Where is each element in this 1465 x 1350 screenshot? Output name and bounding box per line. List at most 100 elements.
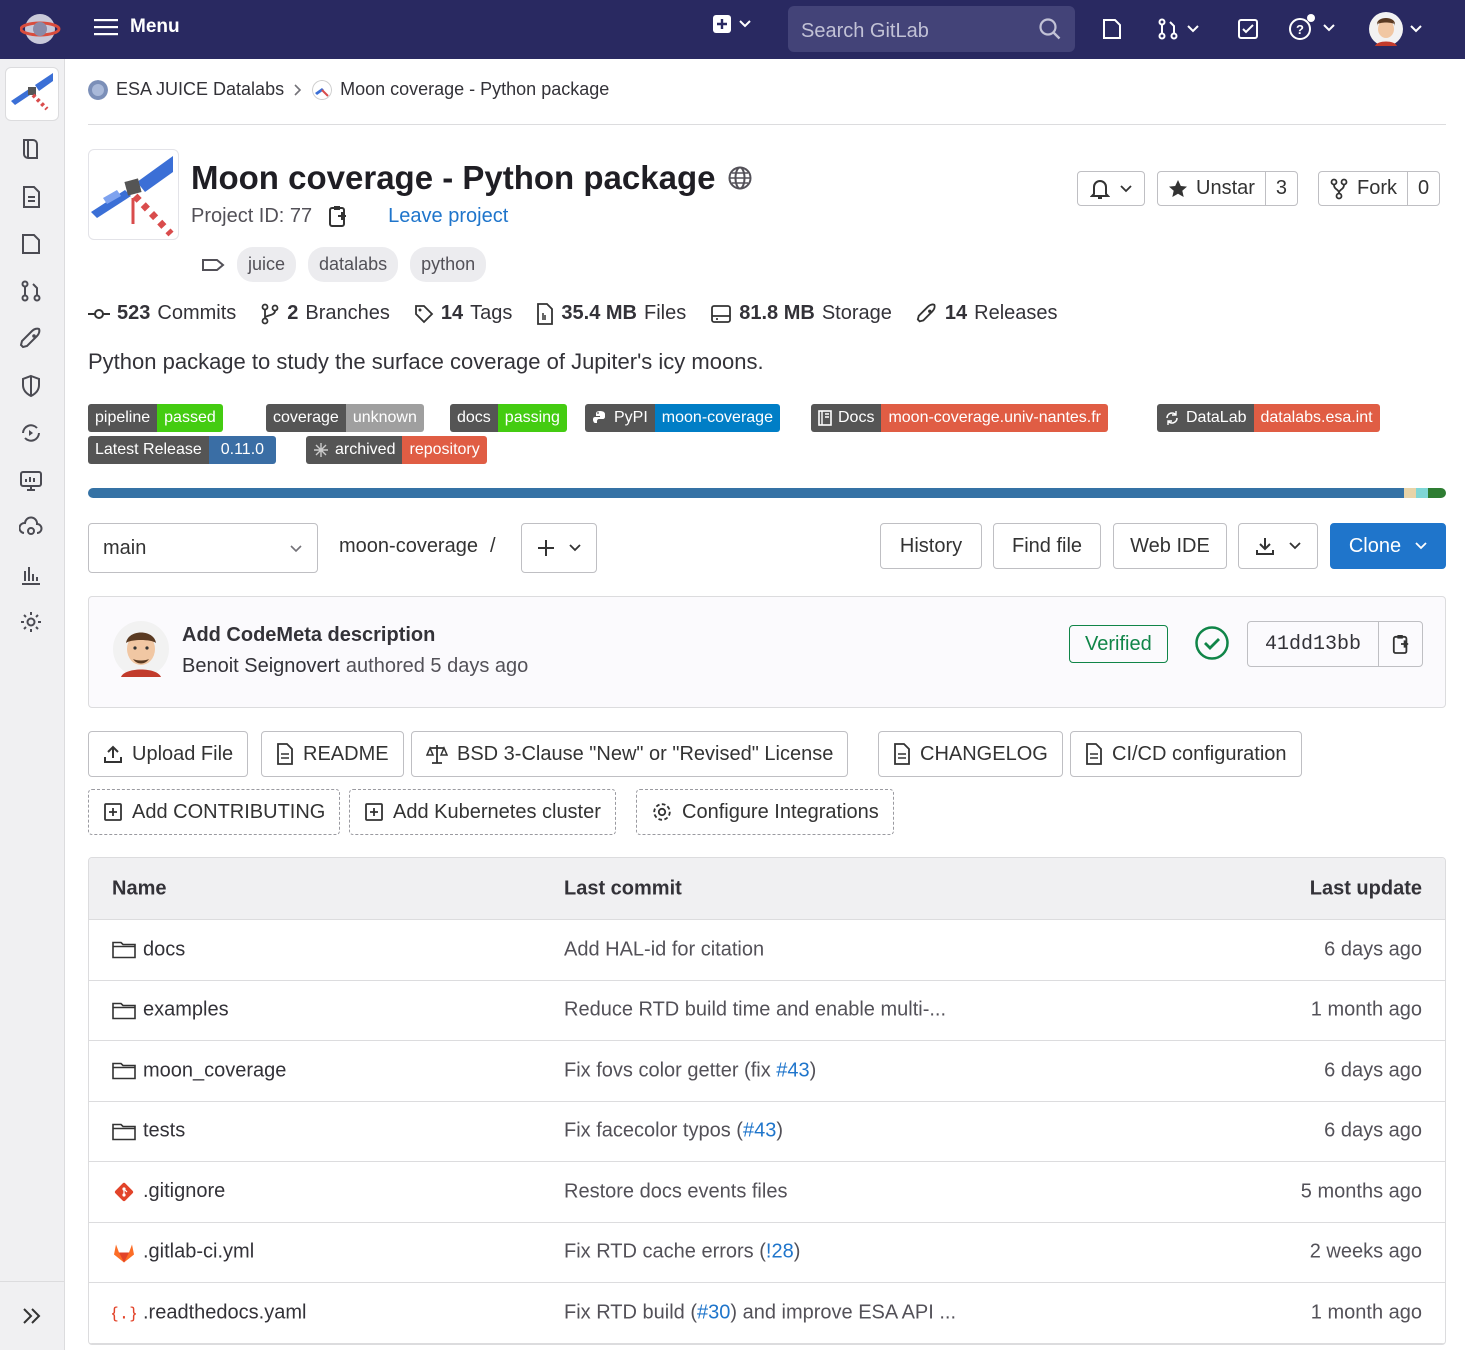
badge-coverage[interactable]: coverage unknown [266, 404, 424, 432]
table-row[interactable]: {.} .readthedocs.yaml Fix RTD build (#30)… [89, 1283, 1445, 1344]
file-name[interactable]: .gitignore [143, 1180, 225, 1203]
stat-files[interactable]: 35.4 MB Files [536, 302, 686, 325]
notification-dropdown[interactable] [1077, 171, 1145, 206]
download-dropdown[interactable] [1238, 523, 1318, 569]
add-contributing-button[interactable]: Add CONTRIBUTING [88, 789, 341, 835]
fork-label: Fork [1357, 177, 1397, 199]
table-row[interactable]: tests Fix facecolor typos (#43) 6 days a… [89, 1102, 1445, 1162]
table-row[interactable]: examples Reduce RTD build time and enabl… [89, 981, 1445, 1041]
new-item-dropdown[interactable] [712, 14, 752, 34]
author-avatar[interactable] [113, 621, 169, 677]
stat-storage[interactable]: 81.8 MB Storage [710, 302, 892, 325]
readme-button[interactable]: README [261, 731, 404, 777]
sidebar-item-repository[interactable] [19, 137, 43, 161]
table-row[interactable]: .gitignore Restore docs events files 5 m… [89, 1162, 1445, 1223]
commit-message[interactable]: Reduce RTD build time and enable multi-.… [564, 999, 946, 1021]
repo-path-root[interactable]: moon-coverage [339, 535, 478, 558]
badge-pypi[interactable]: PyPI moon-coverage [585, 404, 780, 432]
web-ide-button[interactable]: Web IDE [1113, 523, 1227, 569]
breadcrumb-project[interactable]: Moon coverage - Python package [340, 79, 609, 100]
merge-requests-dropdown[interactable] [1156, 17, 1200, 41]
unstar-button[interactable]: Unstar [1158, 172, 1265, 205]
license-button[interactable]: BSD 3-Clause "New" or "Revised" License [411, 731, 849, 777]
sidebar-item-security[interactable] [19, 374, 43, 398]
clone-dropdown-button[interactable]: Clone [1330, 523, 1446, 569]
commit-author[interactable]: Benoit Seignovert [182, 655, 340, 678]
file-name[interactable]: examples [143, 999, 229, 1022]
user-menu-dropdown[interactable] [1369, 12, 1423, 46]
file-name[interactable]: moon_coverage [143, 1059, 286, 1082]
issue-link[interactable]: #30 [697, 1301, 730, 1323]
plus-square-icon [713, 15, 731, 33]
sidebar-item-ci-cd[interactable] [19, 327, 43, 351]
sidebar-item-analytics[interactable] [19, 563, 43, 587]
fork-count[interactable]: 0 [1407, 172, 1439, 205]
file-name[interactable]: .readthedocs.yaml [143, 1301, 306, 1324]
changelog-button[interactable]: CHANGELOG [878, 731, 1063, 777]
collapse-sidebar-button[interactable] [0, 1281, 64, 1350]
topic-badge[interactable]: juice [237, 247, 297, 282]
badge-archived[interactable]: archived repository [306, 436, 487, 464]
table-row[interactable]: moon_coverage Fix fovs color getter (fix… [89, 1041, 1445, 1102]
sidebar-item-deployments[interactable] [19, 421, 43, 445]
badge-label: Docs [838, 409, 875, 426]
issues-button[interactable] [1100, 17, 1124, 41]
add-to-tree-dropdown[interactable] [521, 523, 597, 573]
breadcrumb-group[interactable]: ESA JUICE Datalabs [116, 79, 284, 100]
copy-icon[interactable] [328, 204, 348, 228]
history-button[interactable]: History [880, 523, 982, 569]
sidebar-project-avatar[interactable] [5, 67, 59, 121]
badge-datalab[interactable]: DataLab datalabs.esa.int [1157, 404, 1380, 432]
sidebar-item-merge-requests[interactable] [19, 279, 43, 303]
search-input[interactable]: Search GitLab [788, 6, 1075, 52]
file-name[interactable]: .gitlab-ci.yml [143, 1241, 254, 1264]
sidebar-item-monitor[interactable] [19, 469, 43, 493]
copy-sha-button[interactable] [1378, 622, 1422, 666]
configure-integrations-button[interactable]: Configure Integrations [636, 789, 894, 835]
stat-releases[interactable]: 14 Releases [916, 302, 1058, 325]
badge-value: unknown [345, 404, 424, 432]
table-row[interactable]: .gitlab-ci.yml Fix RTD cache errors (!28… [89, 1223, 1445, 1283]
commit-message[interactable]: Fix fovs color getter (fix [564, 1059, 776, 1081]
commit-message[interactable]: Restore docs events files [564, 1180, 787, 1202]
commit-title[interactable]: Add CodeMeta description [182, 624, 435, 647]
badge-docs-site[interactable]: Docs moon-coverage.univ-nantes.fr [811, 404, 1109, 432]
topic-badge[interactable]: python [410, 247, 487, 282]
sidebar-item-issues[interactable] [19, 232, 43, 256]
branch-selector[interactable]: main [88, 523, 318, 573]
file-name[interactable]: docs [143, 938, 185, 961]
sidebar-item-files[interactable] [19, 185, 43, 209]
star-count[interactable]: 3 [1264, 172, 1297, 205]
topic-badge[interactable]: datalabs [308, 247, 399, 282]
fork-button[interactable]: Fork [1319, 172, 1407, 205]
help-dropdown[interactable]: ? [1288, 14, 1336, 42]
verified-badge[interactable]: Verified [1069, 625, 1168, 663]
commit-message[interactable]: Add HAL-id for citation [564, 938, 764, 960]
upload-file-button[interactable]: Upload File [88, 731, 249, 777]
add-kubernetes-cluster-button[interactable]: Add Kubernetes cluster [349, 789, 616, 835]
stat-commits[interactable]: 523 Commits [88, 302, 236, 325]
stat-tags[interactable]: 14 Tags [414, 302, 512, 325]
menu-button[interactable]: Menu [94, 16, 180, 38]
badge-docs[interactable]: docs passing [450, 404, 567, 432]
badge-pipeline[interactable]: pipeline passed [88, 404, 223, 432]
ci-cd-configuration-button[interactable]: CI/CD configuration [1070, 731, 1302, 777]
merge-request-link[interactable]: !28 [766, 1241, 794, 1263]
badge-latest-release[interactable]: Latest Release 0.11.0 [88, 436, 277, 464]
commit-message[interactable]: Fix RTD cache errors ( [564, 1241, 766, 1263]
sidebar-item-infrastructure[interactable] [19, 516, 43, 540]
issue-link[interactable]: #43 [776, 1059, 809, 1081]
commit-message[interactable]: Fix RTD build ( [564, 1301, 697, 1323]
file-name[interactable]: tests [143, 1120, 185, 1143]
sidebar-item-settings[interactable] [19, 610, 43, 634]
todos-button[interactable] [1236, 17, 1260, 41]
gitlab-instance-logo[interactable] [20, 10, 62, 48]
stat-branches[interactable]: 2 Branches [260, 302, 390, 325]
leave-project-link[interactable]: Leave project [388, 205, 508, 228]
pipeline-passed-icon[interactable] [1194, 625, 1230, 661]
commit-sha[interactable]: 41dd13bb [1248, 622, 1378, 666]
find-file-button[interactable]: Find file [993, 523, 1101, 569]
commit-message[interactable]: Fix facecolor typos ( [564, 1120, 743, 1142]
table-row[interactable]: docs Add HAL-id for citation 6 days ago [89, 920, 1445, 981]
issue-link[interactable]: #43 [743, 1120, 776, 1142]
